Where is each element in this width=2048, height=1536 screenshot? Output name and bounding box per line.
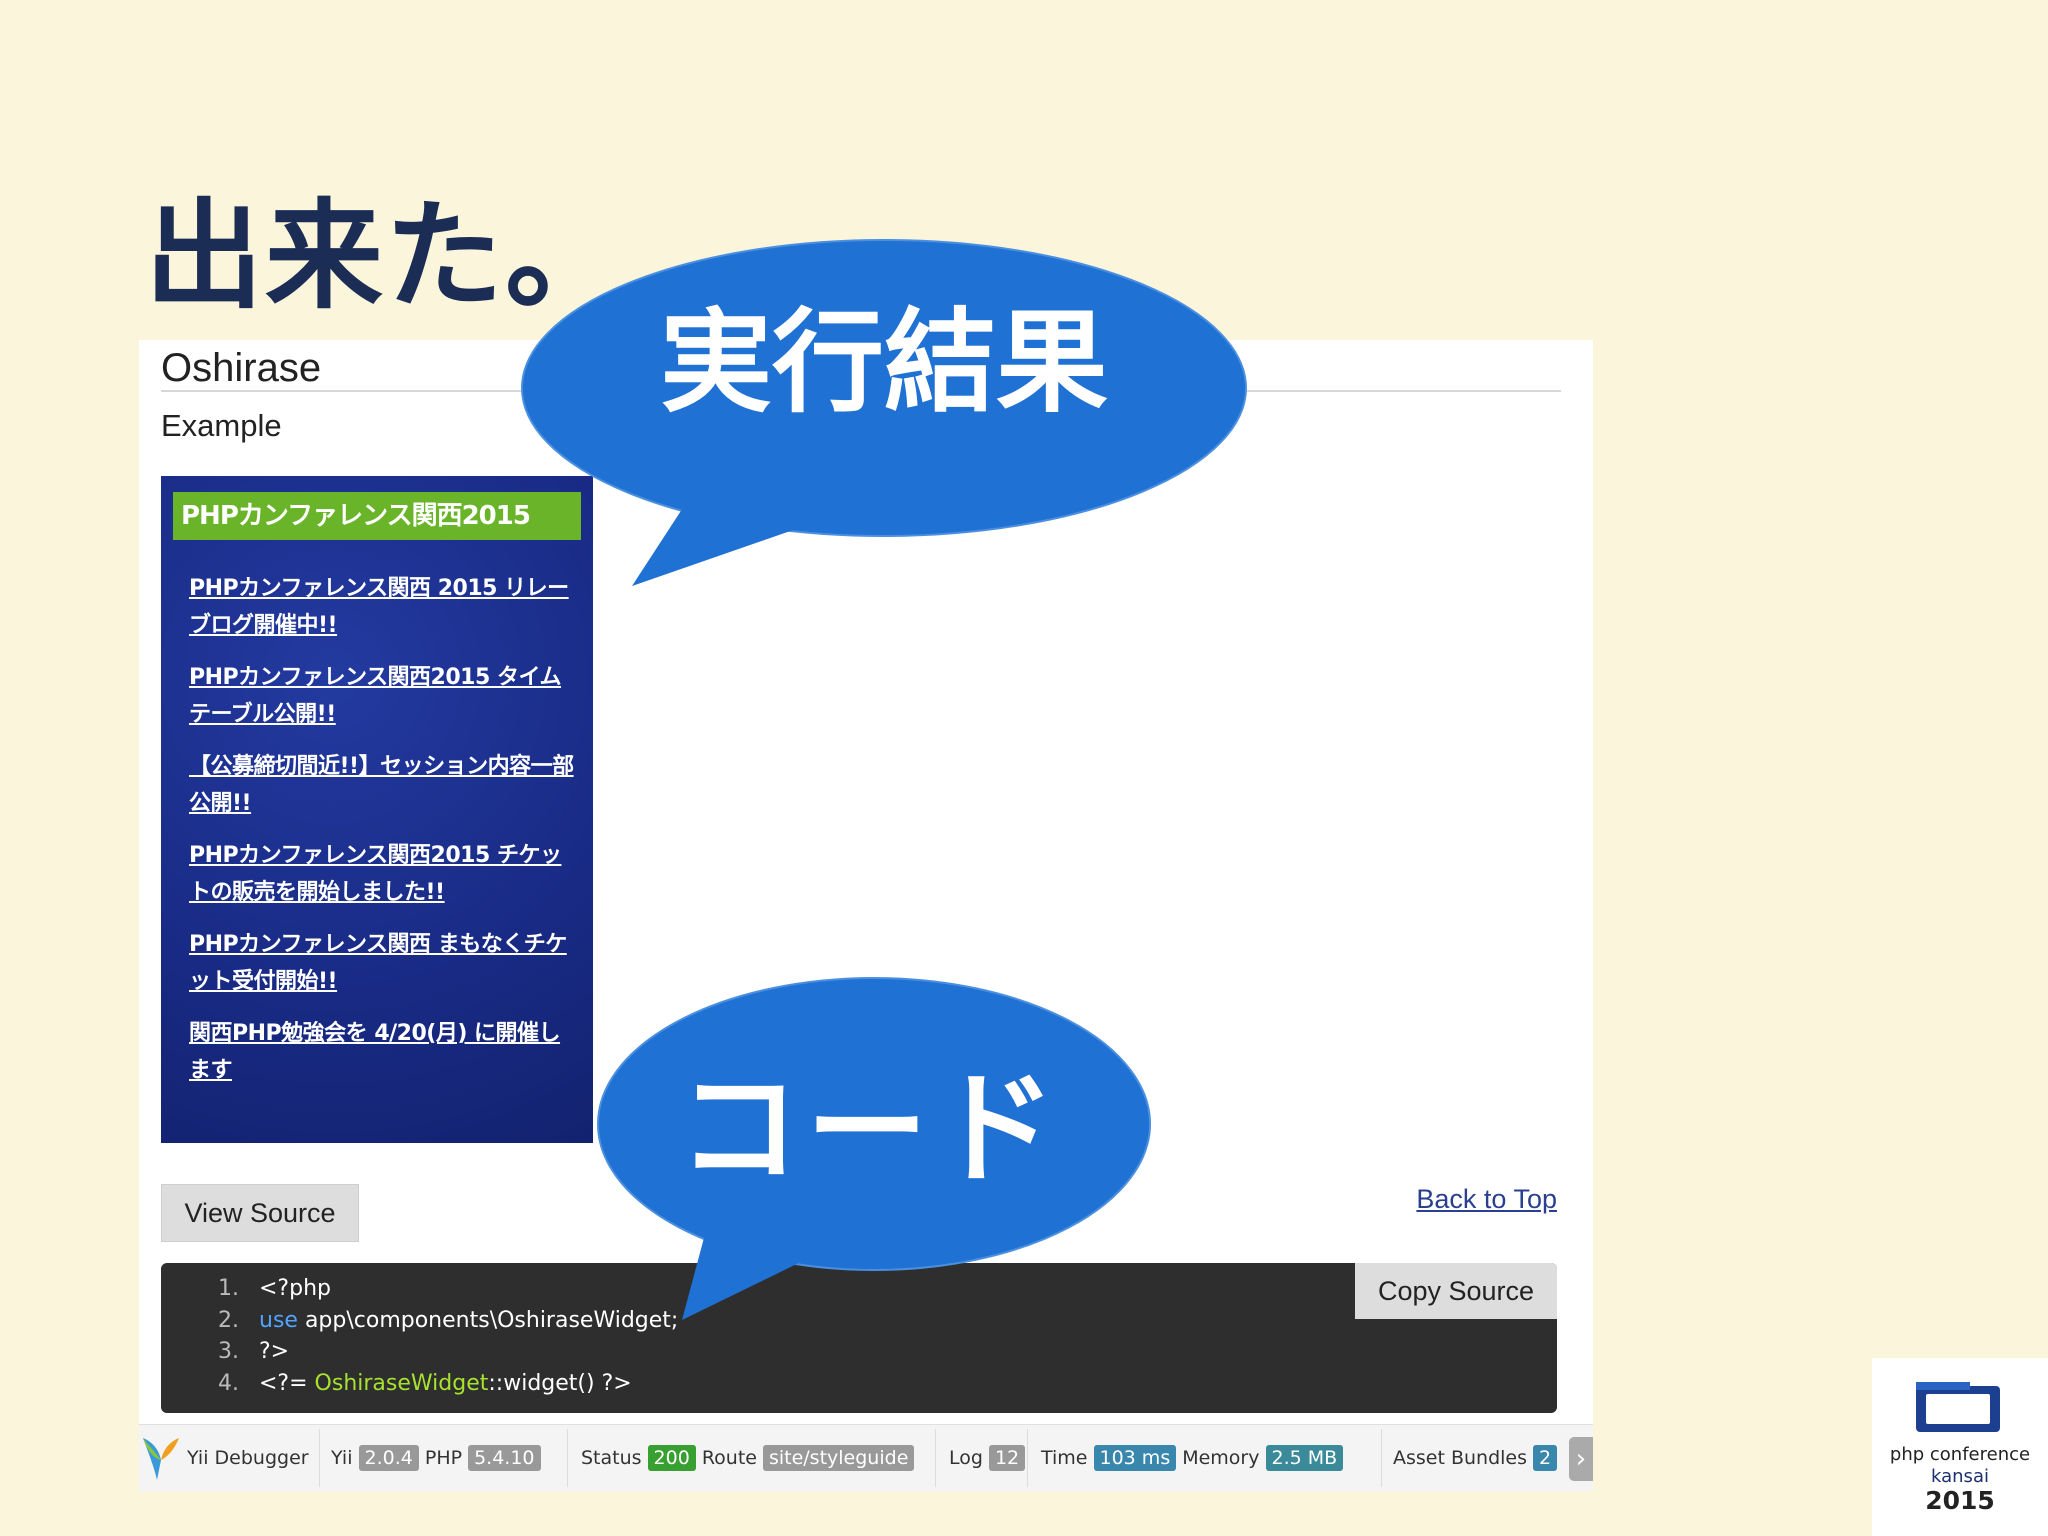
logo-text: kansai [1931,1466,1989,1487]
assets-block[interactable]: Asset Bundles 2 [1393,1425,1558,1491]
news-link[interactable]: 【公募締切間近!!】セッション内容一部公開!! [189,748,579,822]
line-number: 1. [218,1276,239,1301]
line-number: 2. [218,1307,239,1333]
log-badge: 12 [988,1445,1026,1471]
news-link[interactable]: 関西PHP勉強会を 4/20(月) に開催します [189,1015,579,1089]
code-class: OshiraseWidget [314,1370,489,1396]
version-block[interactable]: Yii 2.0.4 PHP 5.4.10 [331,1425,541,1491]
oshirase-widget: PHPカンファレンス関西2015 PHPカンファレンス関西 2015 リレーブロ… [161,476,593,1143]
profiling-block[interactable]: Time 103 ms Memory 2.5 MB [1041,1425,1344,1491]
code-text: <?php [259,1276,331,1301]
log-label: Log [949,1447,983,1469]
news-list: PHPカンファレンス関西 2015 リレーブログ開催中!! PHPカンファレンス… [189,570,579,1104]
yii-label: Yii [331,1447,353,1469]
app-screenshot: Oshirase Example PHPカンファレンス関西2015 PHPカンフ… [139,340,1593,1491]
yii-version-badge: 2.0.4 [358,1445,419,1471]
toolbar-divider [935,1429,936,1487]
request-block[interactable]: Status 200 Route site/styleguide [581,1425,915,1491]
code-line: 2. use app\components\OshiraseWidget; [199,1305,678,1337]
time-badge: 103 ms [1093,1445,1177,1471]
status-badge: 200 [647,1445,696,1471]
debugger-name: Yii Debugger [187,1447,309,1469]
callout-result-label: 実行結果 [660,298,1108,428]
page-subtitle: Example [161,408,282,443]
callout-code-label: コード [678,1058,1062,1200]
code-block: 1. <?php 2. use app\components\OshiraseWid… [161,1263,1557,1413]
memory-label: Memory [1182,1447,1260,1469]
log-block[interactable]: Log 12 [949,1425,1026,1491]
time-label: Time [1041,1447,1088,1469]
php-version-badge: 5.4.10 [468,1445,541,1471]
route-label: Route [701,1447,757,1469]
debugger-brand[interactable]: Yii Debugger [139,1425,309,1491]
view-source-button[interactable]: View Source [161,1184,359,1242]
code-line: 3. ?> [199,1336,678,1368]
toolbar-divider [1027,1429,1028,1487]
news-link[interactable]: PHPカンファレンス関西 まもなくチケット受付開始!! [189,926,579,1000]
logo-text: php conference [1889,1444,2031,1465]
news-link[interactable]: PHPカンファレンス関西2015 チケットの販売を開始しました!! [189,837,579,911]
chevron-right-icon[interactable]: › [1569,1437,1593,1481]
line-number: 3. [218,1339,239,1364]
php-label: PHP [424,1447,463,1469]
code-line: 1. <?php [199,1273,678,1305]
code-text: ?> [259,1339,290,1364]
code-text: <?= [259,1370,315,1396]
logo-year: 2015 [1925,1486,1995,1515]
back-to-top-link[interactable]: Back to Top [1416,1184,1557,1215]
assets-label: Asset Bundles [1393,1447,1528,1469]
toolbar-divider [567,1429,568,1487]
yii-logo-icon [143,1438,179,1480]
code-text: app\components\OshiraseWidget; [297,1307,679,1333]
copy-source-button[interactable]: Copy Source [1355,1263,1557,1319]
news-link[interactable]: PHPカンファレンス関西2015 タイムテーブル公開!! [189,659,579,733]
line-number: 4. [218,1370,239,1396]
php-conference-kansai-logo: php conference kansai 2015 [1872,1358,2048,1536]
code-keyword: use [259,1307,298,1333]
conference-logo-icon [1916,1382,2000,1432]
toolbar-divider [1381,1429,1382,1487]
route-badge: site/styleguide [762,1445,915,1471]
page-title: Oshirase [161,346,322,390]
widget-header: PHPカンファレンス関西2015 [173,492,581,540]
toolbar-divider [319,1429,320,1487]
code-line: 4. <?= OshiraseWidget::widget() ?> [199,1368,678,1400]
code-text: widget() ?> [503,1370,632,1396]
code-text: :: [488,1370,504,1396]
yii-debug-toolbar: Yii Debugger Yii 2.0.4 PHP 5.4.10 Status… [139,1424,1593,1491]
status-label: Status [581,1447,642,1469]
assets-badge: 2 [1533,1445,1558,1471]
news-link[interactable]: PHPカンファレンス関西 2015 リレーブログ開催中!! [189,570,579,644]
memory-badge: 2.5 MB [1265,1445,1344,1471]
code-lines: 1. <?php 2. use app\components\OshiraseWid… [199,1273,678,1399]
